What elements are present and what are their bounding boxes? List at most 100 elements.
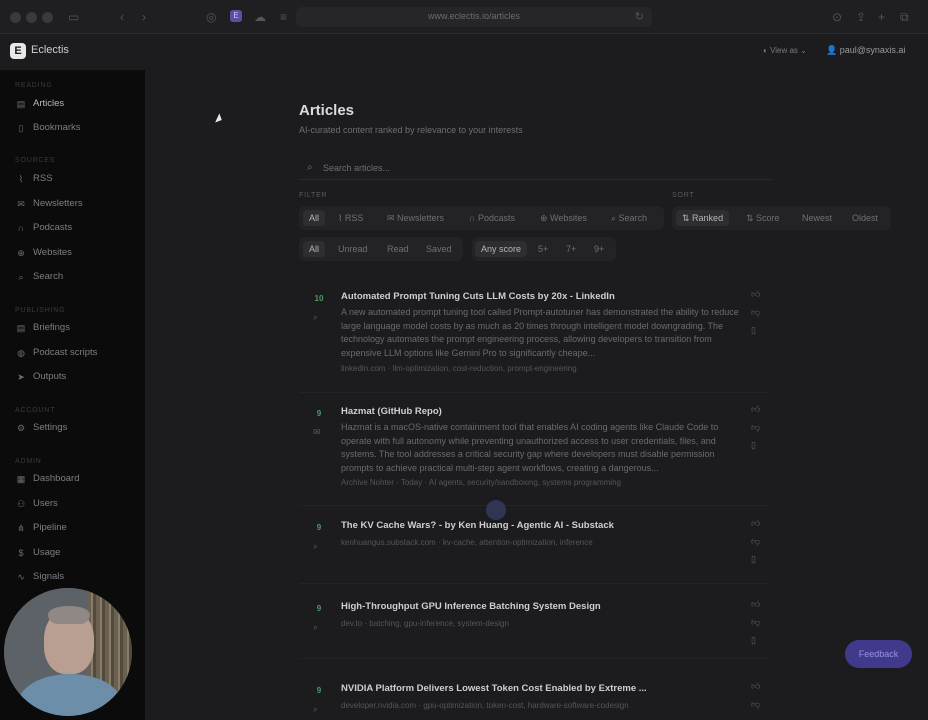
divider bbox=[299, 505, 769, 506]
search-source-icon: ⌕ bbox=[313, 704, 319, 714]
bookmark-icon: ▯ bbox=[18, 123, 24, 133]
maximize-window-button[interactable] bbox=[42, 12, 53, 23]
articles-icon: ▤ bbox=[16, 99, 26, 109]
score-7-plus[interactable]: 7+ bbox=[560, 241, 582, 257]
sidebar-item-label: Briefings bbox=[33, 322, 70, 333]
share-icon[interactable]: ⇪ bbox=[856, 10, 866, 24]
sidebar-item-signals[interactable]: ∿ Signals bbox=[0, 567, 145, 587]
close-window-button[interactable] bbox=[10, 12, 21, 23]
minimize-window-button[interactable] bbox=[26, 12, 37, 23]
status-unread[interactable]: Unread bbox=[332, 241, 374, 257]
chip-label: Podcasts bbox=[477, 213, 516, 223]
privacy-icon[interactable]: ◎ bbox=[206, 10, 216, 24]
thumbs-up-icon[interactable]: 👍︎ bbox=[751, 681, 760, 692]
article-title[interactable]: The KV Cache Wars? - by Ken Huang - Agen… bbox=[341, 520, 614, 531]
sidebar-item-label: Podcast scripts bbox=[33, 347, 98, 358]
thumbs-up-icon[interactable]: 👍︎ bbox=[751, 518, 760, 529]
score-any[interactable]: Any score bbox=[475, 241, 528, 257]
chip-label: Score bbox=[756, 213, 780, 223]
download-icon[interactable]: ⊙ bbox=[832, 10, 842, 24]
thumbs-down-icon[interactable]: 👎︎ bbox=[751, 617, 760, 628]
bookmark-icon[interactable]: ▯ bbox=[751, 440, 756, 451]
article-title[interactable]: Hazmat (GitHub Repo) bbox=[341, 406, 442, 417]
thumbs-down-icon[interactable]: 👎︎ bbox=[751, 699, 760, 710]
thumbs-down-icon[interactable]: 👎︎ bbox=[751, 422, 760, 433]
reader-icon[interactable]: ≡ bbox=[280, 10, 287, 24]
thumbs-down-icon[interactable]: 👎︎ bbox=[751, 307, 760, 318]
sort-newest[interactable]: Newest bbox=[796, 210, 838, 226]
page-title: Articles bbox=[299, 102, 355, 119]
back-icon[interactable]: ‹ bbox=[120, 10, 124, 24]
filter-websites[interactable]: ⊕ Websites bbox=[534, 210, 593, 226]
sidebar-item-users[interactable]: ⚇ Users bbox=[0, 494, 145, 514]
sort-score[interactable]: ⇅ Score bbox=[740, 210, 786, 226]
search-input[interactable]: ⌕ Search articles... bbox=[299, 158, 771, 180]
extension-icon[interactable]: E bbox=[230, 10, 242, 22]
bookmark-icon[interactable]: ▯ bbox=[751, 554, 756, 565]
sidebar-item-podcast-scripts[interactable]: ◍ Podcast scripts bbox=[0, 343, 145, 363]
filter-all[interactable]: All bbox=[303, 210, 326, 226]
sidebar-item-dashboard[interactable]: ▦ Dashboard bbox=[0, 469, 145, 489]
article-card[interactable]: 9 ✉ Hazmat (GitHub Repo) Hazmat is a mac… bbox=[299, 404, 769, 506]
thumbs-up-icon[interactable]: 👍︎ bbox=[751, 404, 760, 415]
sidebar-item-outputs[interactable]: ➤ Outputs bbox=[0, 367, 145, 387]
loading-indicator bbox=[486, 500, 506, 520]
article-card[interactable]: 9 ⌕ NVIDIA Platform Delivers Lowest Toke… bbox=[299, 681, 760, 719]
section-label-publishing: PUBLISHING bbox=[15, 307, 66, 314]
filter-rss[interactable]: ⌇ RSS bbox=[332, 210, 369, 226]
signal-icon: ∿ bbox=[17, 572, 25, 582]
sidebar-item-label: RSS bbox=[33, 173, 53, 184]
forward-icon[interactable]: › bbox=[142, 10, 146, 24]
sidebar-item-bookmarks[interactable]: ▯ Bookmarks bbox=[0, 118, 145, 138]
sort-oldest[interactable]: Oldest bbox=[846, 210, 884, 226]
article-title[interactable]: Automated Prompt Tuning Cuts LLM Costs b… bbox=[341, 291, 615, 302]
score-5-plus[interactable]: 5+ bbox=[532, 241, 554, 257]
sidebar-item-articles[interactable]: ▤ Articles bbox=[0, 94, 145, 114]
chip-label: Newsletters bbox=[397, 213, 445, 223]
feedback-button[interactable]: Feedback bbox=[845, 640, 912, 668]
article-card[interactable]: 9 ⌕ High-Throughput GPU Inference Batchi… bbox=[299, 599, 769, 661]
filter-newsletters[interactable]: ✉ Newsletters bbox=[381, 210, 450, 226]
article-card[interactable]: 10 ⌕ Automated Prompt Tuning Cuts LLM Co… bbox=[299, 289, 769, 393]
sidebar-item-rss[interactable]: ⌇ RSS bbox=[0, 169, 145, 189]
score-9-plus[interactable]: 9+ bbox=[588, 241, 610, 257]
tabs-overview-icon[interactable]: ⧉ bbox=[900, 10, 909, 24]
sidebar-item-briefings[interactable]: ▤ Briefings bbox=[0, 318, 145, 338]
thumbs-down-icon[interactable]: 👎︎ bbox=[751, 536, 760, 547]
sidebar-toggle-icon[interactable]: ▭ bbox=[68, 10, 79, 24]
brand-name[interactable]: Eclectis bbox=[31, 44, 69, 56]
sidebar-item-settings[interactable]: ⚙ Settings bbox=[0, 418, 145, 438]
cloud-icon[interactable]: ☁ bbox=[254, 10, 266, 24]
sidebar-item-usage[interactable]: $ Usage bbox=[0, 543, 145, 563]
article-card[interactable]: 9 ⌕ The KV Cache Wars? - by Ken Huang - … bbox=[299, 518, 769, 584]
status-read[interactable]: Read bbox=[381, 241, 415, 257]
article-title[interactable]: NVIDIA Platform Delivers Lowest Token Co… bbox=[341, 683, 647, 694]
status-all[interactable]: All bbox=[303, 241, 326, 257]
sidebar-item-pipeline[interactable]: ⋔ Pipeline bbox=[0, 518, 145, 538]
status-saved[interactable]: Saved bbox=[420, 241, 458, 257]
reload-icon[interactable]: ↻ bbox=[635, 10, 644, 23]
dollar-icon: $ bbox=[18, 548, 24, 558]
filter-podcasts[interactable]: ∩ Podcasts bbox=[463, 210, 521, 226]
mail-icon: ✉ bbox=[17, 199, 25, 209]
sidebar-item-podcasts[interactable]: ∩ Podcasts bbox=[0, 218, 145, 238]
thumbs-up-icon[interactable]: 👍︎ bbox=[751, 289, 760, 300]
rss-icon: ⌇ bbox=[18, 174, 24, 184]
search-icon: ⌕ bbox=[307, 162, 313, 173]
article-meta: dev.to · batching, gpu-inference, system… bbox=[341, 619, 509, 628]
sidebar-item-search[interactable]: ⌕ Search bbox=[0, 267, 145, 287]
sidebar-item-label: Users bbox=[33, 498, 58, 509]
new-tab-icon[interactable]: + bbox=[878, 10, 885, 24]
view-as-dropdown[interactable]: ◐ View as ⌄ bbox=[763, 46, 807, 55]
thumbs-up-icon[interactable]: 👍︎ bbox=[751, 599, 760, 610]
bookmark-icon[interactable]: ▯ bbox=[751, 635, 756, 646]
address-bar[interactable]: www.eclectis.io/articles ↻ bbox=[296, 7, 652, 27]
user-menu[interactable]: 👤 paul@synaxis.ai bbox=[826, 45, 905, 56]
sidebar-item-newsletters[interactable]: ✉ Newsletters bbox=[0, 194, 145, 214]
bookmark-icon[interactable]: ▯ bbox=[751, 325, 756, 336]
filter-search[interactable]: ⌕ Search bbox=[605, 210, 653, 226]
section-label-sources: SOURCES bbox=[15, 157, 56, 164]
sort-ranked[interactable]: ⇅ Ranked bbox=[676, 210, 730, 226]
sidebar-item-websites[interactable]: ⊕ Websites bbox=[0, 243, 145, 263]
article-title[interactable]: High-Throughput GPU Inference Batching S… bbox=[341, 601, 601, 612]
